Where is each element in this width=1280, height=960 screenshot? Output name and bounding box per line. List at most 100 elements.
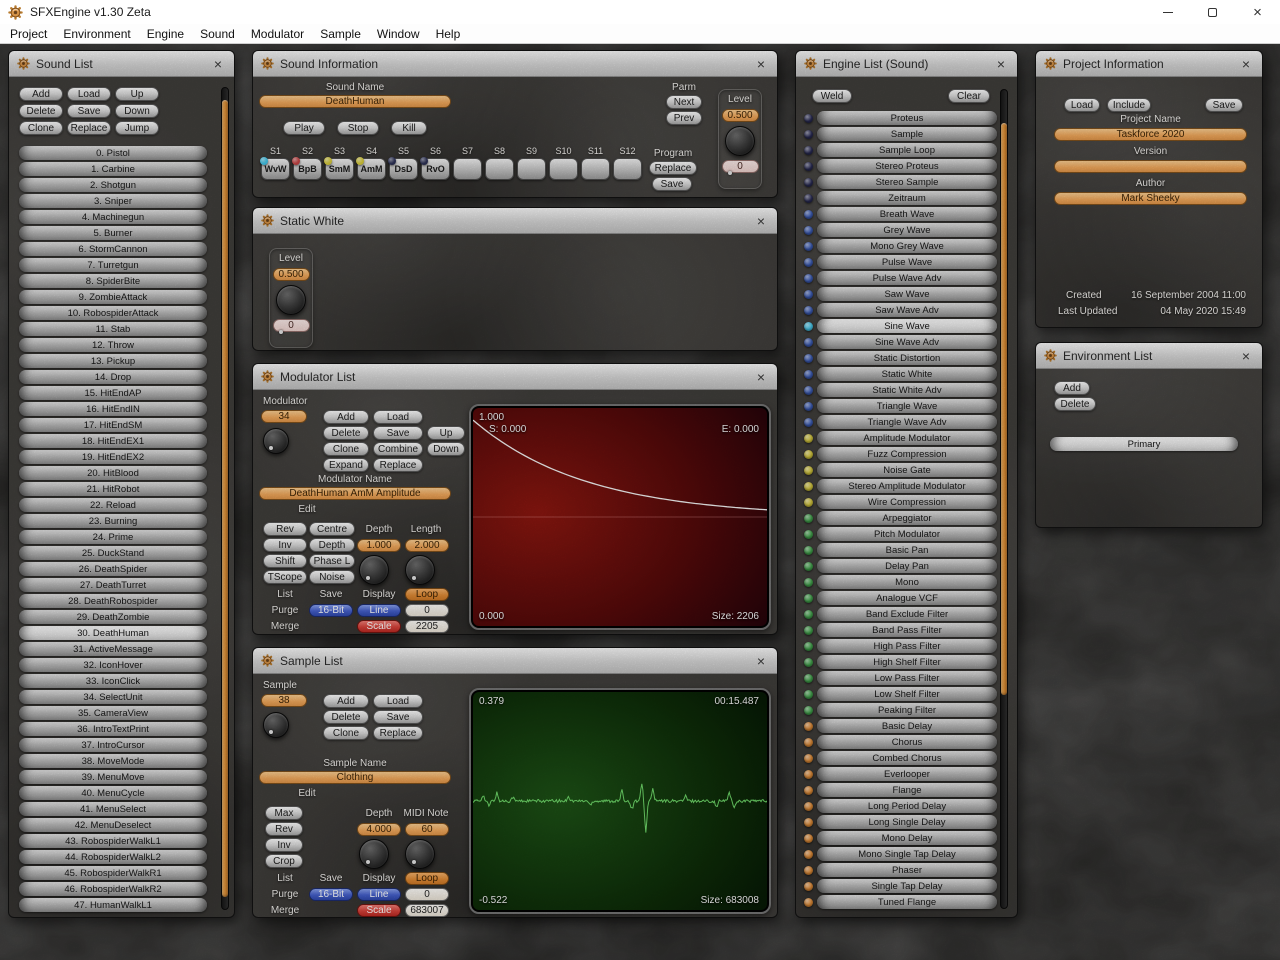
modulator-action-button[interactable]: Load	[373, 410, 423, 424]
slot-button[interactable]	[485, 158, 514, 180]
sound-list-item[interactable]: 4. Machinegun	[19, 210, 207, 224]
transport-button[interactable]: Kill	[391, 121, 427, 135]
engine-list-item[interactable]: Amplitude Modulator	[804, 430, 997, 446]
author-field[interactable]: Mark Sheeky	[1054, 192, 1247, 205]
project-save-button[interactable]: Save	[1205, 98, 1243, 112]
engine-list-item[interactable]: Stereo Amplitude Modulator	[804, 478, 997, 494]
sound-list-item[interactable]: 47. HumanWalkL1	[19, 898, 207, 912]
sound-list-item[interactable]: 44. RobospiderWalkL2	[19, 850, 207, 864]
sound-list-button[interactable]: Replace	[67, 121, 111, 135]
sound-list-item[interactable]: 1. Carbine	[19, 162, 207, 176]
line-toggle[interactable]: Line	[357, 888, 401, 901]
modulator-action-button[interactable]: Delete	[323, 426, 369, 440]
sound-list-item[interactable]: 24. Prime	[19, 530, 207, 544]
sound-list-item[interactable]: 26. DeathSpider	[19, 562, 207, 576]
engine-list-item[interactable]: Flange	[804, 782, 997, 798]
midi-note-knob[interactable]	[405, 839, 435, 869]
depth-value-field[interactable]: 1.000	[357, 539, 401, 552]
modulator-toggle-button[interactable]: Rev	[263, 522, 307, 536]
engine-list-item[interactable]: Static Distortion	[804, 350, 997, 366]
engine-list-item[interactable]: Triangle Wave Adv	[804, 414, 997, 430]
engine-list-item[interactable]: Basic Pan	[804, 542, 997, 558]
engine-list-item[interactable]: Delay Pan	[804, 558, 997, 574]
sound-list-item[interactable]: 41. MenuSelect	[19, 802, 207, 816]
sample-action-button[interactable]: Replace	[373, 726, 423, 740]
sound-list-scrollbar[interactable]	[221, 87, 229, 910]
program-replace-button[interactable]: Replace	[649, 161, 697, 175]
engine-list-item[interactable]: Wire Compression	[804, 494, 997, 510]
sample-index-field[interactable]: 38	[261, 694, 307, 707]
menu-item[interactable]: Engine	[139, 27, 192, 41]
scrollbar-thumb[interactable]	[222, 100, 228, 897]
engine-list-item[interactable]: Noise Gate	[804, 462, 997, 478]
sound-list-panel-titlebar[interactable]: Sound List ×	[9, 51, 234, 77]
sound-list-button[interactable]: Add	[19, 87, 63, 101]
sample-name-field[interactable]: Clothing	[259, 771, 451, 784]
engine-list-item[interactable]: Tuned Flange	[804, 894, 997, 910]
engine-list-item[interactable]: Peaking Filter	[804, 702, 997, 718]
engine-list-item[interactable]: Triangle Wave	[804, 398, 997, 414]
midi-note-field[interactable]: 60	[405, 823, 449, 836]
sound-list-item[interactable]: 6. StormCannon	[19, 242, 207, 256]
engine-list-item[interactable]: Basic Delay	[804, 718, 997, 734]
panel-close-icon[interactable]: ×	[753, 56, 769, 72]
level-knob[interactable]	[725, 126, 755, 156]
engine-list-item[interactable]: Long Single Delay	[804, 814, 997, 830]
engine-list-item[interactable]: Breath Wave	[804, 206, 997, 222]
sample-waveform-display[interactable]: 0.379 00:15.487 -0.522 Size: 683008	[469, 688, 771, 914]
environment-list-titlebar[interactable]: Environment List ×	[1036, 343, 1262, 369]
sound-list-item[interactable]: 13. Pickup	[19, 354, 207, 368]
sound-list-item[interactable]: 37. IntroCursor	[19, 738, 207, 752]
engine-list-item[interactable]: Low Pass Filter	[804, 670, 997, 686]
engine-list-titlebar[interactable]: Engine List (Sound) ×	[796, 51, 1017, 77]
depth-value-field[interactable]: 4.000	[357, 823, 401, 836]
sound-list-item[interactable]: 45. RobospiderWalkR1	[19, 866, 207, 880]
sound-information-titlebar[interactable]: Sound Information ×	[253, 51, 777, 77]
sample-action-button[interactable]: Save	[373, 710, 423, 724]
engine-list-item[interactable]: Band Pass Filter	[804, 622, 997, 638]
menu-item[interactable]: Modulator	[243, 27, 312, 41]
panel-close-icon[interactable]: ×	[753, 369, 769, 385]
line-toggle[interactable]: Line	[357, 604, 401, 617]
panel-close-icon[interactable]: ×	[1238, 348, 1254, 364]
level-value-field[interactable]: 0.500	[721, 109, 759, 122]
sound-list-item[interactable]: 20. HitBlood	[19, 466, 207, 480]
offset-field[interactable]: 0	[405, 888, 449, 901]
modulator-action-button[interactable]: Expand	[323, 458, 369, 472]
engine-list-item[interactable]: Arpeggiator	[804, 510, 997, 526]
sound-list-item[interactable]: 15. HitEndAP	[19, 386, 207, 400]
slot-button[interactable]	[453, 158, 482, 180]
sound-name-field[interactable]: DeathHuman	[259, 95, 451, 108]
minimize-button[interactable]	[1145, 0, 1190, 24]
version-field[interactable]	[1054, 160, 1247, 173]
environment-item[interactable]: Primary	[1050, 437, 1238, 451]
modulator-toggle-button[interactable]: Centre	[309, 522, 355, 536]
engine-list-item[interactable]: Analogue VCF	[804, 590, 997, 606]
sound-list-item[interactable]: 14. Drop	[19, 370, 207, 384]
project-load-button[interactable]: Load	[1064, 98, 1100, 112]
slot-button[interactable]: DsD	[388, 157, 418, 180]
sample-toggle-button[interactable]: Inv	[265, 838, 303, 852]
modulator-toggle-button[interactable]: Inv	[263, 538, 307, 552]
sound-list-item[interactable]: 9. ZombieAttack	[19, 290, 207, 304]
sound-list-button[interactable]: Down	[115, 104, 159, 118]
engine-list-item[interactable]: Mono Grey Wave	[804, 238, 997, 254]
modulator-envelope-display[interactable]: 1.000 S: 0.000 E: 0.000 0.000 Size: 2206	[469, 404, 771, 630]
sample-action-button[interactable]: Load	[373, 694, 423, 708]
engine-list-scrollbar[interactable]	[1000, 89, 1008, 909]
engine-list-item[interactable]: High Pass Filter	[804, 638, 997, 654]
modulator-name-field[interactable]: DeathHuman AmM Amplitude	[259, 487, 451, 500]
scale-button[interactable]: Scale	[357, 904, 401, 917]
sound-list-item[interactable]: 12. Throw	[19, 338, 207, 352]
slot-button[interactable]	[581, 158, 610, 180]
sound-list-item[interactable]: 28. DeathRobospider	[19, 594, 207, 608]
modulator-action-button[interactable]: Down	[427, 442, 465, 456]
offset-field[interactable]: 0	[405, 604, 449, 617]
engine-list-item[interactable]: Sample Loop	[804, 142, 997, 158]
program-save-button[interactable]: Save	[652, 177, 692, 191]
modulator-action-button[interactable]: Up	[427, 426, 465, 440]
modulator-toggle-button[interactable]: TScope	[263, 570, 307, 584]
sound-list-button[interactable]: Load	[67, 87, 111, 101]
sound-list-item[interactable]: 33. IconClick	[19, 674, 207, 688]
slot-button[interactable]	[549, 158, 578, 180]
